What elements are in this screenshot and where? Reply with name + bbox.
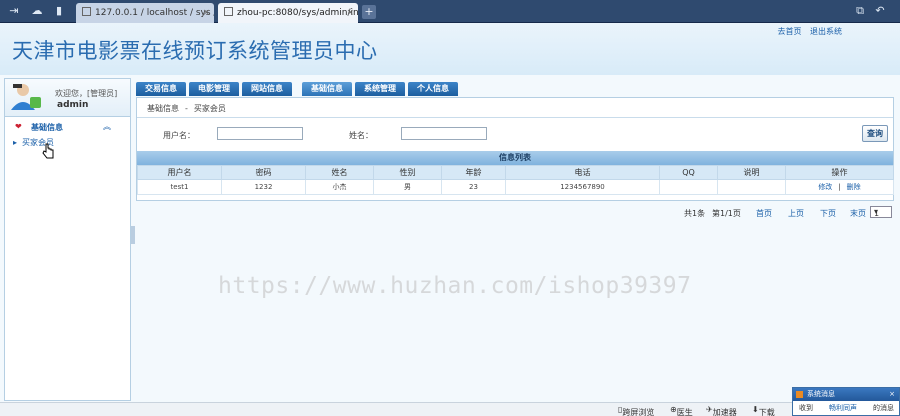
search-form: 用户名： 姓名： 查询: [137, 123, 893, 147]
cell-phone: 1234567890: [505, 179, 660, 195]
breadcrumb: 基础信息 - 买家会员: [147, 104, 226, 113]
next-page-link[interactable]: 下页: [820, 208, 836, 219]
triangle-right-icon: ▸: [13, 138, 18, 147]
trash-icon[interactable]: ▮: [51, 3, 67, 19]
user-avatar-icon: [11, 84, 41, 110]
table-row: test1 1232 小杰 男 23 1234567890 修改 | 删除: [137, 179, 894, 195]
query-button[interactable]: 查询: [862, 125, 888, 142]
info-table: 用户名 密码 姓名 性别 年龄 电话 QQ 说明 操作 test1 1232 小…: [137, 165, 894, 195]
col-header: 用户名: [137, 165, 222, 180]
cell-password: 1232: [221, 179, 306, 195]
close-icon[interactable]: ×: [202, 3, 210, 23]
cell-note: [717, 179, 786, 195]
hand-cursor-icon: [42, 143, 54, 159]
statusbar-item-download[interactable]: ⬇ 下载: [752, 405, 775, 416]
back-icon[interactable]: ↶: [872, 3, 888, 19]
list-title: 信息列表: [137, 151, 893, 165]
cell-name: 小杰: [305, 179, 374, 195]
cell-age: 23: [441, 179, 506, 195]
menu-group-icon: ❤: [15, 122, 22, 131]
username-label: 用户名：: [163, 131, 195, 140]
user-box: 欢迎您，[管理员] admin: [5, 79, 130, 117]
col-header: 密码: [221, 165, 306, 180]
forward-icon[interactable]: ⇥: [6, 3, 22, 19]
page-icon: [82, 7, 91, 16]
system-message-popup: 系统消息 × 收到 畅利同声 的消息: [792, 387, 900, 416]
popup-body: 收到 畅利同声 的消息: [793, 401, 899, 415]
page-icon: [224, 7, 233, 16]
col-header: 电话: [505, 165, 660, 180]
cell-gender: 男: [373, 179, 442, 195]
cell-username: test1: [137, 179, 222, 195]
col-header: 说明: [717, 165, 786, 180]
browser-toolbar: ⇥ ☁ ▮ 127.0.0.1 / localhost / sys / × zh…: [0, 0, 900, 23]
name-label: 姓名：: [349, 131, 373, 140]
username-text: admin: [57, 100, 89, 110]
col-header: 操作: [785, 165, 894, 180]
delete-link[interactable]: 删除: [847, 183, 861, 191]
close-icon[interactable]: ×: [346, 3, 354, 23]
content-panel: 基础信息 - 买家会员 用户名： 姓名： 查询 信息列表 用户名 密码 姓名 性别: [136, 97, 894, 201]
tab-site-info[interactable]: 网站信息: [242, 82, 292, 96]
tab-movie-management[interactable]: 电影管理: [189, 82, 239, 96]
edit-link[interactable]: 修改: [818, 183, 832, 191]
main-content: 交易信息 电影管理 网站信息 基础信息 系统管理 个人信息 基础信息 - 买家会员 …: [136, 82, 894, 402]
browser-tab-admin[interactable]: zhou-pc:8080/sys/admin/inc ×: [218, 3, 358, 23]
menu-group-label: 基础信息: [31, 123, 63, 132]
tab-personal-info[interactable]: 个人信息: [408, 82, 458, 96]
cell-qq: [659, 179, 718, 195]
info-list: 信息列表 用户名 密码 姓名 性别 年龄 电话 QQ 说明 操作 test1 1…: [137, 151, 894, 195]
sidebar: 欢迎您，[管理员] admin ❤ 基础信息 ︽ ▸ 买家会员: [4, 78, 131, 401]
popup-header: 系统消息 ×: [793, 388, 899, 401]
tab-basic-info[interactable]: 基础信息: [302, 82, 352, 96]
logout-link[interactable]: 退出系统: [810, 27, 842, 36]
total-count: 共1条: [684, 209, 706, 218]
prev-page-link[interactable]: 上页: [788, 208, 804, 219]
statusbar-item-accelerator[interactable]: ✈ 加速器: [706, 405, 737, 416]
username-input[interactable]: [217, 127, 303, 140]
table-header: 用户名 密码 姓名 性别 年龄 电话 QQ 说明 操作: [137, 165, 894, 180]
menu-group-basic-info[interactable]: ❤ 基础信息 ︽: [5, 120, 130, 134]
close-icon[interactable]: ×: [889, 388, 895, 401]
page-title: 天津市电影票在线预订系统管理员中心: [12, 39, 378, 63]
home-link[interactable]: 去首页: [777, 27, 801, 36]
cell-actions: 修改 | 删除: [785, 179, 894, 195]
col-header: QQ: [659, 165, 718, 180]
divider: [137, 117, 893, 118]
tab-system-management[interactable]: 系统管理: [355, 82, 405, 96]
page-info: 第1/1页: [712, 209, 741, 218]
browser-tab-localhost[interactable]: 127.0.0.1 / localhost / sys / ×: [76, 3, 214, 23]
col-header: 姓名: [305, 165, 374, 180]
col-header: 年龄: [441, 165, 506, 180]
tab-trade-info[interactable]: 交易信息: [136, 82, 186, 96]
statusbar-item-doctor[interactable]: ⊕ 医生: [670, 405, 693, 416]
message-icon: [796, 391, 803, 398]
statusbar-item-crossscreen[interactable]: ▯ 跨屏浏览: [618, 405, 654, 416]
action-separator: |: [838, 183, 841, 191]
pagination: 共1条 第1/1页 首页 上页 下页 末页 1 ▾: [136, 206, 892, 220]
sidebar-collapse-handle[interactable]: [131, 226, 135, 244]
browser-statusbar: ▯ 跨屏浏览 ⊕ 医生 ✈ 加速器 ⬇ 下载: [0, 402, 900, 416]
message-source-link[interactable]: 畅利同声: [829, 401, 857, 415]
first-page-link[interactable]: 首页: [756, 208, 772, 219]
col-header: 性别: [373, 165, 442, 180]
new-tab-button[interactable]: +: [362, 5, 376, 19]
cloud-icon[interactable]: ☁: [29, 3, 45, 19]
page-select[interactable]: 1 ▾: [870, 206, 892, 218]
last-page-link[interactable]: 末页: [850, 208, 866, 219]
collapse-chevron-icon[interactable]: ︽: [103, 121, 111, 132]
watermark: https://www.huzhan.com/ishop39397: [218, 273, 692, 299]
name-input[interactable]: [401, 127, 487, 140]
app-header: 天津市电影票在线预订系统管理员中心 去首页 退出系统: [0, 23, 900, 75]
window-icon[interactable]: ⧉: [852, 3, 868, 19]
welcome-text: 欢迎您，[管理员]: [55, 89, 118, 98]
top-links: 去首页 退出系统: [771, 26, 842, 37]
